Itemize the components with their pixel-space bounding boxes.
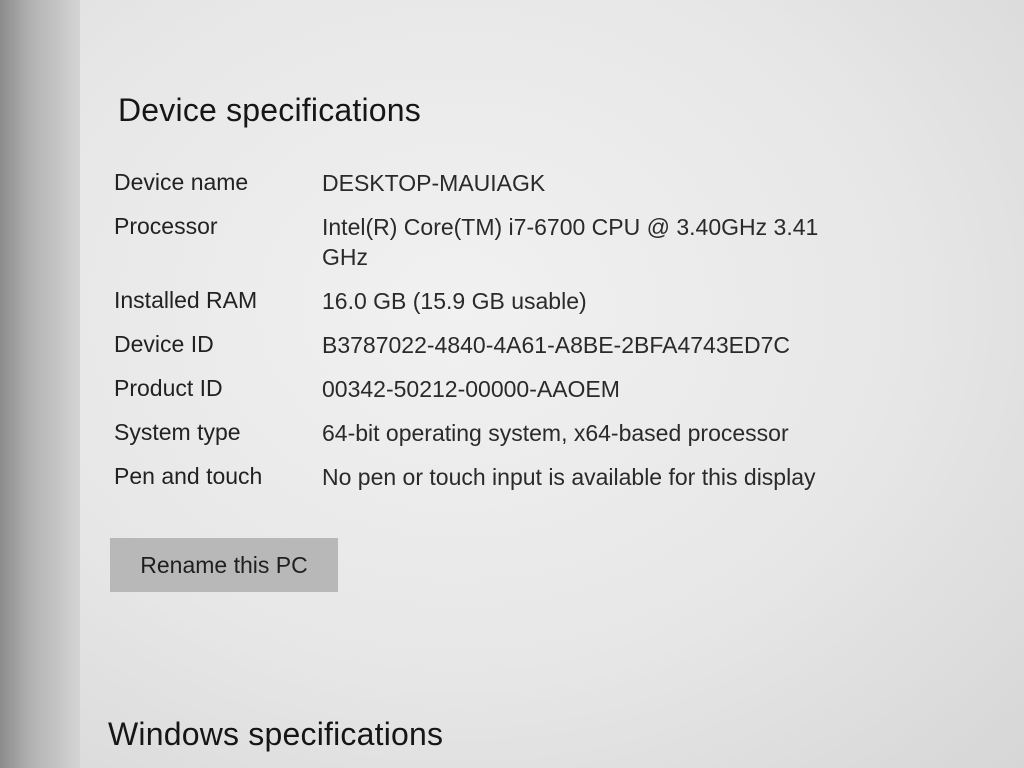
spec-value[interactable]: 00342-50212-00000-AAOEM — [322, 374, 954, 404]
spec-row-device-name: Device name DESKTOP-MAUIAGK — [114, 168, 954, 198]
spec-label: System type — [114, 419, 241, 445]
spec-value[interactable]: Intel(R) Core(TM) i7-6700 CPU @ 3.40GHz … — [322, 212, 862, 272]
spec-value[interactable]: No pen or touch input is available for t… — [322, 462, 954, 492]
spec-label: Product ID — [114, 375, 223, 401]
spec-label: Device name — [114, 169, 249, 195]
spec-label: Device ID — [114, 331, 214, 357]
device-specs-list: Device name DESKTOP-MAUIAGK Processor In… — [114, 168, 954, 506]
monitor-bezel — [0, 0, 80, 768]
spec-row-system-type: System type 64-bit operating system, x64… — [114, 418, 954, 448]
spec-row-product-id: Product ID 00342-50212-00000-AAOEM — [114, 374, 954, 404]
spec-value[interactable]: DESKTOP-MAUIAGK — [322, 168, 954, 198]
windows-specifications-heading: Windows specifications — [108, 716, 444, 752]
spec-label: Installed RAM — [114, 287, 258, 313]
spec-row-device-id: Device ID B3787022-4840-4A61-A8BE-2BFA47… — [114, 330, 954, 360]
device-specifications-heading: Device specifications — [118, 92, 421, 128]
spec-value[interactable]: B3787022-4840-4A61-A8BE-2BFA4743ED7C — [322, 330, 954, 360]
settings-about-page: Device specifications Device name DESKTO… — [80, 0, 1024, 768]
spec-row-pen-and-touch: Pen and touch No pen or touch input is a… — [114, 462, 954, 492]
rename-this-pc-button[interactable]: Rename this PC — [110, 538, 338, 592]
spec-value[interactable]: 64-bit operating system, x64-based proce… — [322, 418, 954, 448]
spec-value[interactable]: 16.0 GB (15.9 GB usable) — [322, 286, 954, 316]
spec-label: Processor — [114, 213, 218, 239]
spec-row-installed-ram: Installed RAM 16.0 GB (15.9 GB usable) — [114, 286, 954, 316]
spec-label: Pen and touch — [114, 463, 263, 489]
spec-row-processor: Processor Intel(R) Core(TM) i7-6700 CPU … — [114, 212, 954, 272]
